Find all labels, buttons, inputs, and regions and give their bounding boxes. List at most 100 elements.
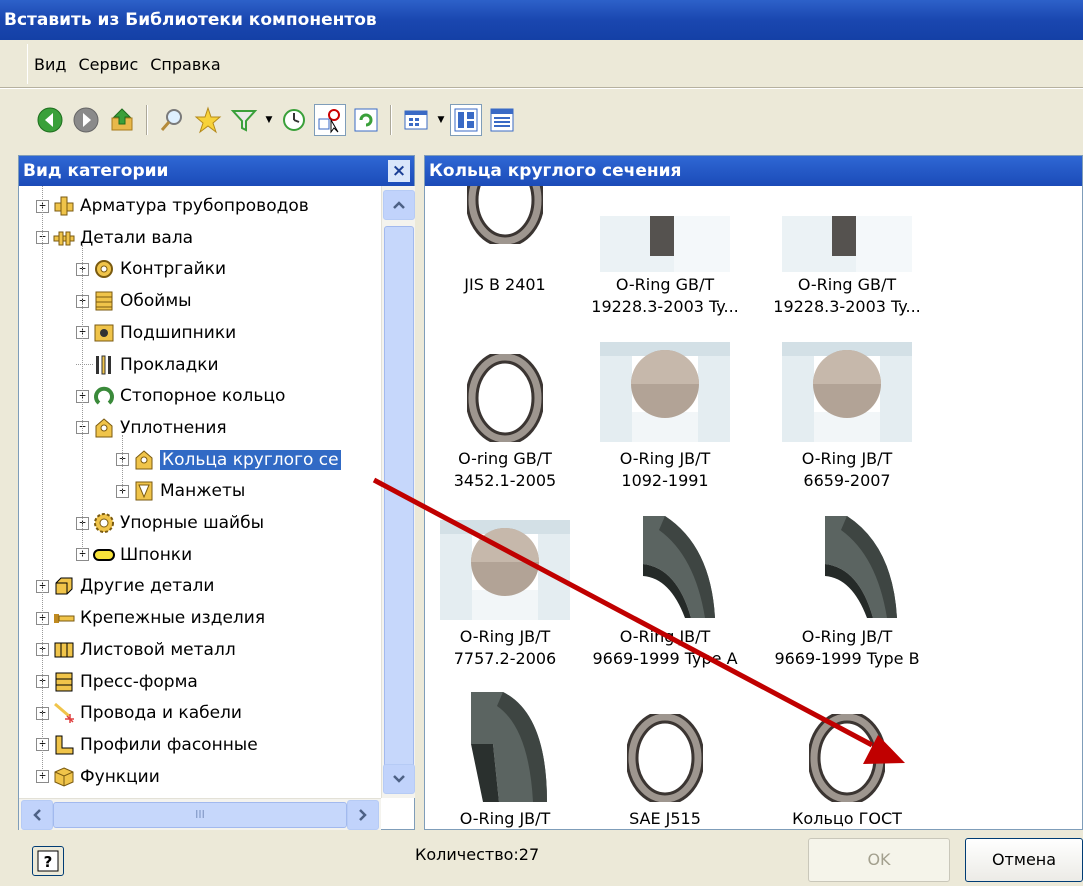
view-mode-dropdown-icon[interactable]: ▼ xyxy=(436,104,446,136)
category-tree: + Арматура трубопроводов − Детали вала + Конт… xyxy=(19,186,381,798)
refresh-icon[interactable] xyxy=(350,104,382,136)
forward-icon[interactable] xyxy=(70,104,102,136)
tree-item[interactable]: + Крепежные изделия xyxy=(36,603,265,633)
scroll-up-icon[interactable] xyxy=(383,190,415,220)
component-name: O-Ring GB/T xyxy=(797,275,897,294)
tree-item[interactable]: + Кольца круглого се xyxy=(116,445,341,475)
history-icon[interactable] xyxy=(278,104,310,136)
component-thumbnail xyxy=(600,216,730,277)
search-icon[interactable] xyxy=(156,104,188,136)
item-count: Количество:27 xyxy=(415,845,540,864)
gasket-icon xyxy=(93,354,120,376)
component-thumbnail xyxy=(600,342,730,447)
component-thumbnail xyxy=(797,516,897,625)
tree-item[interactable]: + Подшипники xyxy=(76,318,236,348)
tree-item[interactable]: + Шпонки xyxy=(76,540,192,570)
tree-vertical-scrollbar[interactable] xyxy=(381,186,415,798)
back-icon[interactable] xyxy=(34,104,66,136)
scroll-down-icon[interactable] xyxy=(383,764,415,794)
ok-button[interactable]: OK xyxy=(808,838,950,882)
tree-item[interactable]: Прокладки xyxy=(76,350,219,380)
tree-item[interactable]: − Детали вала xyxy=(36,223,193,253)
details-icon[interactable] xyxy=(486,104,518,136)
tree-item[interactable]: + Функции xyxy=(36,762,160,792)
profile-icon xyxy=(53,734,80,756)
large-icons-icon[interactable] xyxy=(450,104,482,136)
feature-icon xyxy=(53,766,80,788)
seal-icon xyxy=(93,417,120,439)
tree-horizontal-scroll-thumb[interactable]: III xyxy=(53,802,347,828)
component-name: SAE J515 xyxy=(629,809,701,828)
menu-service[interactable]: Сервис xyxy=(72,55,144,74)
tree-item[interactable]: + Другие детали xyxy=(36,571,214,601)
component-thumbnail xyxy=(615,516,715,625)
tree-item[interactable]: + Упорные шайбы xyxy=(76,508,264,538)
tree-item-label: Контргайки xyxy=(120,259,226,280)
scroll-right-icon[interactable] xyxy=(347,800,379,830)
tree-item-label: Профили фасонные xyxy=(80,734,258,755)
tree-horizontal-scrollbar[interactable]: III xyxy=(19,798,381,830)
shaft-parts-icon xyxy=(53,227,80,249)
tree-item[interactable]: + Контргайки xyxy=(76,254,226,284)
tree-item-label: Детали вала xyxy=(80,227,194,248)
favorites-icon[interactable] xyxy=(192,104,224,136)
close-icon[interactable]: × xyxy=(388,160,410,182)
tree-item-label: Арматура трубопроводов xyxy=(80,196,309,216)
tree-item[interactable]: + Обоймы xyxy=(76,286,192,316)
component-name: O-Ring JB/T xyxy=(801,449,893,468)
tree-item-label: Другие детали xyxy=(80,576,215,597)
filter-dropdown-icon[interactable]: ▼ xyxy=(264,104,274,136)
category-panel: Вид категории × + Арматура трубопроводов −… xyxy=(18,155,415,830)
tree-item[interactable]: + Провода и кабели xyxy=(36,698,242,728)
component-thumbnail xyxy=(782,342,912,447)
component-standard: 9669-1999 Type A xyxy=(592,649,738,668)
menu-help[interactable]: Справка xyxy=(144,55,227,74)
component-caption: O-Ring GB/T 19228.3-2003 Ty... xyxy=(747,274,947,318)
component-name: O-Ring JB/T xyxy=(619,449,711,468)
tree-item[interactable]: + Арматура трубопроводов xyxy=(36,191,309,221)
tree-guide-line xyxy=(42,186,43,777)
component-thumbnail xyxy=(807,710,887,807)
svg-text:?: ? xyxy=(44,853,53,871)
tree-item[interactable]: + Профили фасонные xyxy=(36,730,258,760)
tree-guide-line xyxy=(82,244,83,555)
component-caption: Кольцо ГОСТ9833-73 xyxy=(747,808,947,829)
component-thumbnail xyxy=(465,186,545,249)
tree-item[interactable]: + Манжеты xyxy=(116,476,245,506)
component-standard: 1092-1991 xyxy=(621,471,709,490)
component-name: O-Ring JB/T xyxy=(619,627,711,646)
filter-icon[interactable] xyxy=(228,104,260,136)
tree-item[interactable]: + Стопорное кольцо xyxy=(76,381,285,411)
component-name: Кольцо ГОСТ xyxy=(792,809,902,828)
cage-icon xyxy=(93,290,120,312)
scroll-left-icon[interactable] xyxy=(21,800,53,830)
tree-vertical-scroll-thumb[interactable] xyxy=(384,226,414,782)
thrust-washer-icon xyxy=(93,512,120,534)
tree-item[interactable]: + Пресс-форма xyxy=(36,667,198,697)
up-folder-icon[interactable] xyxy=(106,104,138,136)
tree-item-label: Листовой металл xyxy=(80,639,236,660)
components-grid: JIS B 2401 O-Ring GB/T 19228.3-2003 Ty... O… xyxy=(425,186,1082,829)
view-mode-icon[interactable] xyxy=(400,104,432,136)
cancel-button[interactable]: Отмена xyxy=(965,838,1083,882)
tree-item-label: Упорные шайбы xyxy=(120,513,264,533)
help-icon[interactable]: ? xyxy=(32,846,64,876)
toolbar-separator xyxy=(390,105,392,135)
sheet-metal-icon xyxy=(53,639,80,661)
window-title: Вставить из Библиотеки компонентов xyxy=(0,0,1083,40)
component-thumbnail xyxy=(465,350,545,447)
components-panel: Кольца круглого сечения JIS B 2401 O-Ring… xyxy=(424,155,1083,830)
component-name: O-Ring GB/T xyxy=(615,275,715,294)
tree-item-label: Пресс-форма xyxy=(80,671,198,692)
toolbar: ▼ ▼ xyxy=(34,96,634,144)
locknut-icon xyxy=(93,258,120,280)
menu-view[interactable]: Вид xyxy=(28,55,72,74)
tree-item-label: Шпонки xyxy=(120,544,193,565)
tree-item[interactable]: + Листовой металл xyxy=(36,635,236,665)
select-in-tree-icon[interactable] xyxy=(314,104,346,136)
components-panel-header: Кольца круглого сечения xyxy=(425,156,1082,186)
o-ring-category-icon xyxy=(133,449,160,471)
tree-item[interactable]: − Уплотнения xyxy=(76,413,227,443)
menu-divider xyxy=(0,87,1083,89)
component-standard: 6659-2007 xyxy=(803,471,891,490)
